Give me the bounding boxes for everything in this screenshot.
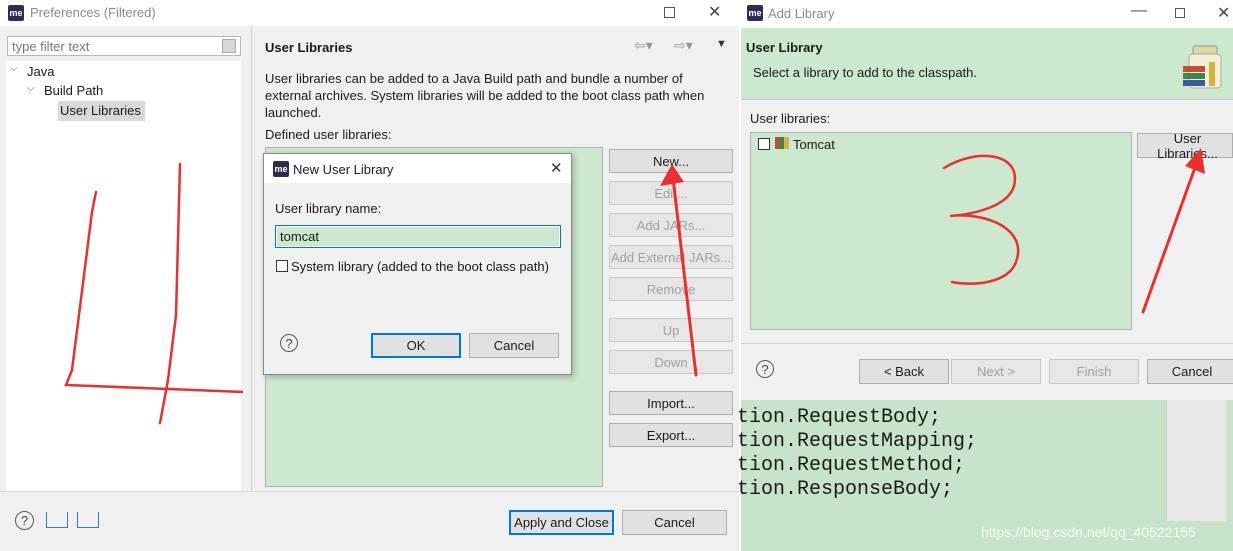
library-name-label: User library name: xyxy=(275,201,382,216)
apply-and-close-button[interactable]: Apply and Close xyxy=(509,510,614,535)
list-item[interactable]: Tomcat xyxy=(793,137,835,152)
editor-background: tion.RequestBody; tion.RequestMapping; t… xyxy=(737,400,1233,551)
add-library-window: me Add Library — ✕ User Library Select a… xyxy=(741,0,1233,400)
new-user-library-dialog: me New User Library ✕ User library name:… xyxy=(263,153,572,375)
dialog-cancel-button[interactable]: Cancel xyxy=(469,333,559,358)
tree-item-java[interactable]: Java xyxy=(27,64,54,79)
preferences-window: me Preferences (Filtered) ✕ ⌵ Java ⌵ Bui… xyxy=(0,0,740,551)
preferences-titlebar: me Preferences (Filtered) ✕ xyxy=(0,0,740,26)
next-button[interactable]: Next > xyxy=(951,359,1041,384)
cancel-button[interactable]: Cancel xyxy=(622,510,727,535)
wizard-cancel-button[interactable]: Cancel xyxy=(1147,359,1233,384)
export-button[interactable]: Export... xyxy=(609,423,733,447)
system-library-label: System library (added to the boot class … xyxy=(291,259,549,274)
page-title: User Libraries xyxy=(265,40,353,55)
header-divider xyxy=(741,99,1233,100)
chevron-down-icon[interactable]: ⌵ xyxy=(27,83,35,94)
menu-icon[interactable]: ▼ xyxy=(716,38,727,50)
library-jar-icon xyxy=(1183,45,1222,89)
add-library-titlebar: me Add Library — ✕ xyxy=(741,0,1233,28)
tree-item-build-path[interactable]: Build Path xyxy=(44,83,103,98)
library-checkbox[interactable] xyxy=(758,138,770,150)
annotation-arrow-new xyxy=(660,164,698,377)
library-name-value-bg xyxy=(277,227,559,246)
watermark: https://blog.csdn.net/qq_40522155 xyxy=(981,524,1196,540)
system-library-checkbox[interactable] xyxy=(276,260,288,272)
app-icon: me xyxy=(8,5,24,21)
app-icon: me xyxy=(747,5,763,21)
close-icon[interactable]: ✕ xyxy=(550,159,563,177)
clear-filter-icon[interactable] xyxy=(222,39,236,53)
export-prefs-icon[interactable] xyxy=(77,512,99,528)
chevron-down-icon[interactable]: ⌵ xyxy=(10,63,18,74)
defined-libraries-label: Defined user libraries: xyxy=(265,127,392,142)
wizard-heading: User Library xyxy=(746,40,823,55)
dialog-title: New User Library xyxy=(293,162,394,177)
user-libraries-label: User libraries: xyxy=(750,111,831,126)
help-icon[interactable]: ? xyxy=(280,334,298,352)
wizard-header: User Library Select a library to add to … xyxy=(741,28,1233,99)
finish-button[interactable]: Finish xyxy=(1049,359,1139,384)
back-button[interactable]: < Back xyxy=(859,359,949,384)
ok-button[interactable]: OK xyxy=(371,333,461,358)
code-line: tion.RequestMapping; xyxy=(737,430,978,453)
code-line: tion.RequestMethod; xyxy=(737,454,966,477)
annotation-arrow-user-libraries xyxy=(1141,148,1205,314)
annotation-number-3 xyxy=(942,154,1020,285)
filter-text-field[interactable] xyxy=(10,38,214,55)
maximize-icon[interactable] xyxy=(664,7,675,18)
window-title: Add Library xyxy=(768,6,835,21)
library-icon xyxy=(775,137,789,149)
page-description: User libraries can be added to a Java Bu… xyxy=(265,71,705,120)
splitter-line xyxy=(251,26,252,491)
close-icon[interactable]: ✕ xyxy=(1217,3,1230,23)
app-icon: me xyxy=(273,161,289,177)
bottom-divider xyxy=(0,491,740,492)
close-icon[interactable]: ✕ xyxy=(708,2,721,22)
editor-scrollbar[interactable] xyxy=(1166,400,1226,521)
wizard-subtitle: Select a library to add to the classpath… xyxy=(753,65,978,80)
filter-input[interactable] xyxy=(7,36,241,56)
window-title: Preferences (Filtered) xyxy=(30,5,156,20)
import-prefs-icon[interactable] xyxy=(46,512,68,528)
maximize-icon[interactable] xyxy=(1175,8,1185,18)
code-line: tion.RequestBody; xyxy=(737,406,942,429)
minimize-icon[interactable]: — xyxy=(1131,2,1147,20)
code-line: tion.ResponseBody; xyxy=(737,478,954,501)
help-icon[interactable]: ? xyxy=(756,360,774,378)
forward-nav-icon[interactable]: ⇨▾ xyxy=(674,37,693,54)
annotation-number-4 xyxy=(64,162,246,425)
help-icon[interactable]: ? xyxy=(15,511,34,530)
dialog-titlebar: me New User Library ✕ xyxy=(264,154,571,183)
import-button[interactable]: Import... xyxy=(609,391,733,415)
library-name-input[interactable]: tomcat xyxy=(275,225,561,248)
footer-divider xyxy=(741,343,1233,344)
back-nav-icon[interactable]: ⇦▾ xyxy=(634,37,653,54)
library-name-value: tomcat xyxy=(280,229,320,244)
